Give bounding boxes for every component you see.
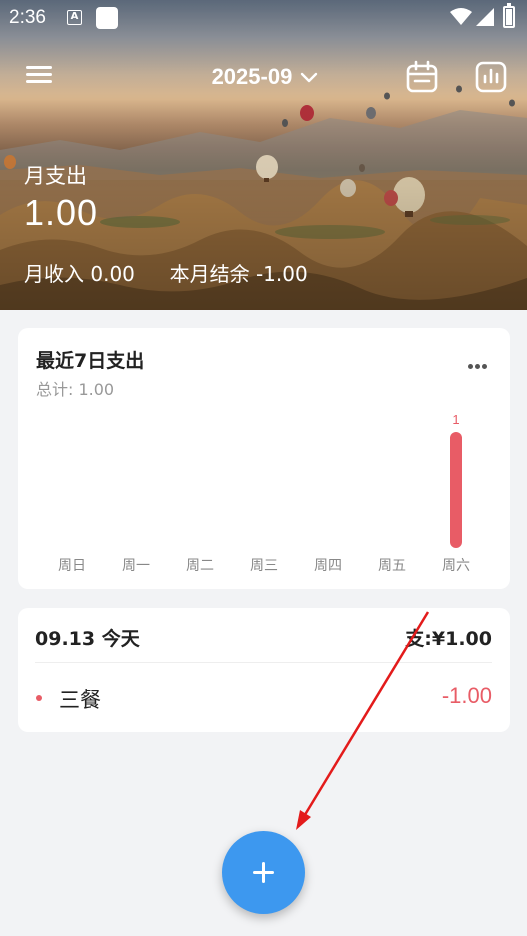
- chart-category-label-0: 周日: [58, 558, 86, 574]
- accessibility-a-icon: A: [67, 10, 82, 25]
- calendar-button[interactable]: [405, 60, 439, 94]
- statistics-button[interactable]: [474, 60, 508, 94]
- notification-square-icon: [96, 7, 118, 29]
- income-value: 0.00: [90, 262, 135, 286]
- header-banner: 2:36 A 2025-09 月支出 1.00 月收入 0.00 本月结余 -1…: [0, 0, 527, 310]
- day-date-label: 09.13 今天: [35, 628, 140, 650]
- monthly-expense-label: 月支出: [24, 164, 87, 188]
- chart-category-label-3: 周三: [250, 558, 278, 574]
- month-picker[interactable]: 2025-09: [190, 60, 340, 94]
- bar-chart-icon: [475, 61, 507, 93]
- transaction-category: 三餐: [59, 688, 101, 712]
- income-balance-line: 月收入 0.00 本月结余 -1.00: [24, 258, 308, 287]
- weekly-expense-chart: 周日 周一 周二 周三 周四 周五 1 周六: [58, 412, 470, 574]
- divider: [35, 662, 492, 663]
- chart-category-label-5: 周五: [378, 558, 406, 574]
- add-record-button[interactable]: [222, 831, 305, 914]
- month-label: 2025-09: [211, 64, 293, 89]
- wifi-icon: [450, 8, 472, 25]
- menu-button[interactable]: [24, 62, 58, 92]
- chart-category-label-6: 周六: [442, 558, 470, 574]
- recent-7-day-card: 最近7日支出 总计: 1.00 周日 周一 周二 周三 周四 周五 1 周六: [18, 328, 510, 589]
- calendar-icon: [406, 60, 438, 93]
- transaction-amount: -1.00: [441, 683, 492, 708]
- cell-signal-icon: [476, 8, 494, 26]
- day-total-label: 支:¥1.00: [405, 628, 492, 650]
- chart-data-label-6: 1: [452, 412, 459, 427]
- status-time: 2:36: [9, 7, 46, 28]
- battery-icon: [503, 3, 515, 28]
- chart-bar-6: [450, 432, 462, 548]
- status-bar: 2:36 A: [0, 0, 527, 36]
- transaction-row[interactable]: 三餐 -1.00: [18, 670, 510, 726]
- monthly-expense-amount: 1.00: [24, 192, 99, 233]
- day-transactions-card: 09.13 今天 支:¥1.00 三餐 -1.00: [18, 608, 510, 732]
- chevron-down-icon: [301, 72, 318, 83]
- income-label: 月收入: [24, 262, 84, 286]
- balance-label: 本月结余: [169, 262, 250, 286]
- balance-value: -1.00: [255, 262, 308, 286]
- hamburger-icon: [26, 66, 52, 69]
- chart-category-label-1: 周一: [122, 558, 150, 574]
- chart-category-label-2: 周二: [186, 558, 214, 574]
- category-dot-icon: [36, 695, 42, 701]
- chart-category-label-4: 周四: [314, 558, 342, 574]
